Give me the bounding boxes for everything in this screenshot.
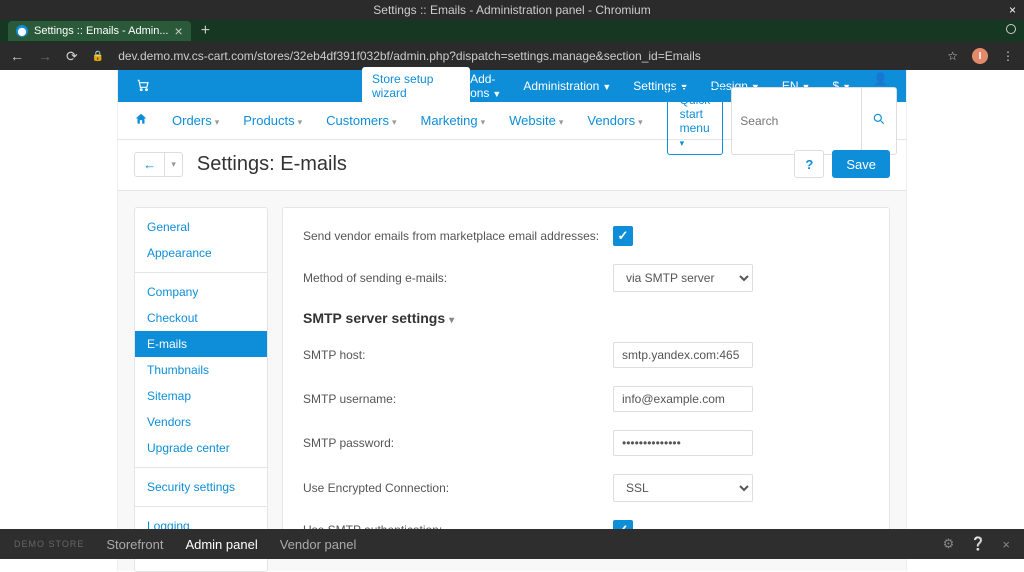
menu-vendors[interactable]: Vendors▾ xyxy=(587,113,642,128)
back-nav-dropdown[interactable]: ▾ xyxy=(165,152,183,177)
sidebar-item-appearance[interactable]: Appearance xyxy=(135,240,267,266)
settings-form: Send vendor emails from marketplace emai… xyxy=(282,207,890,555)
smtp-user-label: SMTP username: xyxy=(303,392,613,406)
bottom-bar: DEMO STORE Storefront Admin panel Vendor… xyxy=(0,529,1024,559)
menu-website[interactable]: Website▾ xyxy=(509,113,563,128)
sidebar-item-sitemap[interactable]: Sitemap xyxy=(135,383,267,409)
bottom-admin[interactable]: Admin panel xyxy=(185,537,257,552)
sidebar-item-e-mails[interactable]: E-mails xyxy=(135,331,267,357)
sidebar-item-upgrade-center[interactable]: Upgrade center xyxy=(135,435,267,461)
smtp-host-label: SMTP host: xyxy=(303,348,613,362)
browser-toolbar: ← → ⟳ 🔒 dev.demo.mv.cs-cart.com/stores/3… xyxy=(0,42,1024,70)
demo-store-logo: DEMO STORE xyxy=(14,539,84,549)
sidebar-item-thumbnails[interactable]: Thumbnails xyxy=(135,357,267,383)
topnav-addons[interactable]: Add-ons▼ xyxy=(470,72,501,100)
menu-products[interactable]: Products▾ xyxy=(243,113,302,128)
search-input[interactable] xyxy=(731,87,861,155)
quick-start-button[interactable]: Quick start menu ▾ xyxy=(667,87,724,155)
profile-avatar-icon[interactable]: I xyxy=(972,48,988,64)
chrome-menu-icon[interactable]: ⋮ xyxy=(1002,49,1014,63)
smtp-pass-input[interactable] xyxy=(613,430,753,456)
back-nav-button[interactable]: ← xyxy=(134,152,165,177)
main-menu: Orders▾ Products▾ Customers▾ Marketing▾ … xyxy=(118,102,906,140)
window-titlebar: Settings :: Emails - Administration pane… xyxy=(0,0,1024,20)
setup-wizard-button[interactable]: Store setup wizard xyxy=(362,67,470,105)
sidebar-item-general[interactable]: General xyxy=(135,214,267,240)
page-title: Settings: E-mails xyxy=(197,153,347,176)
method-select[interactable]: via SMTP server xyxy=(613,264,753,292)
save-button[interactable]: Save xyxy=(832,150,890,178)
smtp-pass-label: SMTP password: xyxy=(303,436,613,450)
bottom-help-icon[interactable]: ❔ xyxy=(970,536,986,552)
window-title: Settings :: Emails - Administration pane… xyxy=(373,3,650,17)
window-restore-icon[interactable] xyxy=(1006,24,1016,34)
reload-button[interactable]: ⟳ xyxy=(66,48,78,65)
back-button[interactable]: ← xyxy=(10,48,24,64)
url-text[interactable]: dev.demo.mv.cs-cart.com/stores/32eb4df39… xyxy=(118,49,701,63)
sidebar-item-checkout[interactable]: Checkout xyxy=(135,305,267,331)
vendor-emails-checkbox[interactable] xyxy=(613,226,633,246)
encryption-label: Use Encrypted Connection: xyxy=(303,481,613,495)
search-button[interactable] xyxy=(861,87,897,155)
method-label: Method of sending e-mails: xyxy=(303,271,613,285)
cart-icon[interactable] xyxy=(136,78,150,95)
home-icon[interactable] xyxy=(134,112,148,129)
tab-close-icon[interactable]: × xyxy=(175,23,183,39)
sidebar-item-vendors[interactable]: Vendors xyxy=(135,409,267,435)
browser-tabstrip: ⬤ Settings :: Emails - Admin... × + xyxy=(0,20,1024,42)
window-close-icon[interactable]: × xyxy=(1009,0,1016,20)
vendor-emails-label: Send vendor emails from marketplace emai… xyxy=(303,229,613,243)
lock-icon: 🔒 xyxy=(92,51,104,62)
sidebar-item-security-settings[interactable]: Security settings xyxy=(135,474,267,500)
smtp-user-input[interactable] xyxy=(613,386,753,412)
bookmark-icon[interactable]: ☆ xyxy=(947,49,958,63)
topnav-administration[interactable]: Administration▼ xyxy=(523,79,611,93)
browser-tab[interactable]: ⬤ Settings :: Emails - Admin... × xyxy=(8,21,191,41)
smtp-heading[interactable]: SMTP server settings▾ xyxy=(303,310,869,326)
sidebar-item-company[interactable]: Company xyxy=(135,279,267,305)
smtp-host-input[interactable] xyxy=(613,342,753,368)
bottom-vendor[interactable]: Vendor panel xyxy=(280,537,357,552)
tab-favicon-icon: ⬤ xyxy=(16,25,28,37)
tab-title: Settings :: Emails - Admin... xyxy=(34,25,169,37)
bottom-storefront[interactable]: Storefront xyxy=(106,537,163,552)
forward-button: → xyxy=(38,48,52,64)
menu-customers[interactable]: Customers▾ xyxy=(326,113,396,128)
menu-marketing[interactable]: Marketing▾ xyxy=(421,113,486,128)
help-button[interactable]: ? xyxy=(794,150,824,178)
settings-sidebar: GeneralAppearance CompanyCheckoutE-mailsT… xyxy=(134,207,268,572)
new-tab-button[interactable]: + xyxy=(201,22,210,40)
encryption-select[interactable]: SSL xyxy=(613,474,753,502)
menu-orders[interactable]: Orders▾ xyxy=(172,113,219,128)
bottom-close-icon[interactable]: × xyxy=(1002,537,1010,552)
bottom-gear-icon[interactable]: ⚙ xyxy=(943,536,955,552)
